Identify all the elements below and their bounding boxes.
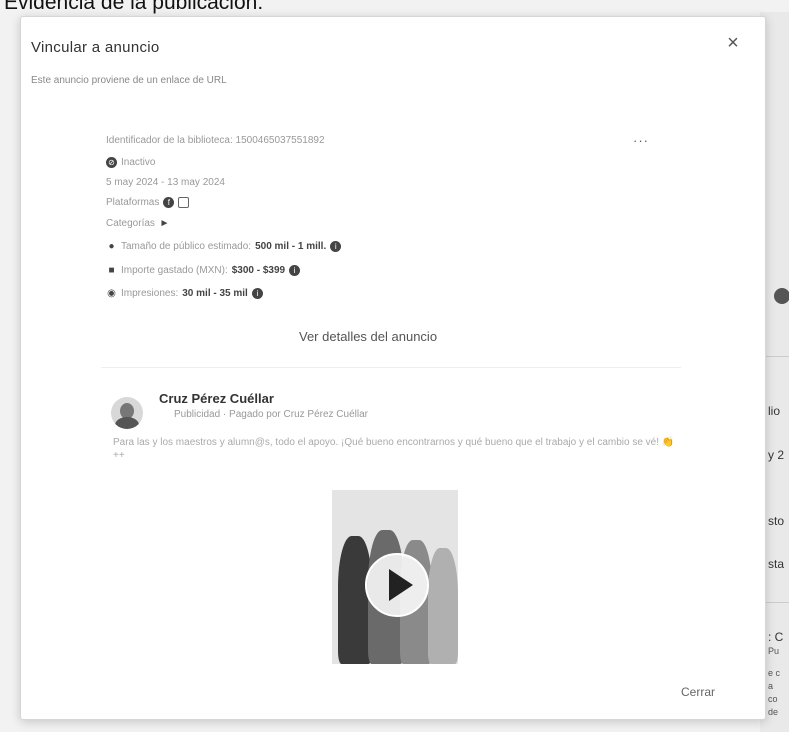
- dialog-subtitle: Este anuncio proviene de un enlace de UR…: [31, 75, 227, 86]
- background-text: co: [768, 694, 778, 704]
- money-icon: ■: [108, 265, 115, 276]
- eye-icon: ◉: [107, 288, 116, 299]
- spend-row: ■ Importe gastado (MXN): $300 - $399 i: [106, 265, 301, 276]
- dates-text: 5 may 2024 - 13 may 2024: [106, 177, 225, 188]
- ad-status: ⊘ Inactivo: [106, 157, 155, 168]
- impressions-label: Impresiones:: [121, 288, 179, 299]
- document-caption: Evidencia de la publicación:: [4, 0, 264, 14]
- audience-label: Tamaño de público estimado:: [121, 241, 252, 252]
- background-text: lio: [768, 404, 781, 418]
- background-text: e c: [768, 668, 781, 678]
- view-ad-details-button[interactable]: Ver detalles del anuncio: [299, 329, 437, 344]
- more-options-button[interactable]: ···: [633, 133, 649, 148]
- status-text: Inactivo: [121, 157, 156, 168]
- background-text: y 2: [768, 448, 785, 462]
- background-text: a: [768, 681, 774, 691]
- background-text: sta: [768, 557, 785, 571]
- post-author[interactable]: Cruz Pérez Cuéllar: [159, 391, 274, 406]
- background-text: : C: [768, 630, 784, 644]
- megaphone-icon: ►: [159, 218, 170, 229]
- inactive-icon: ⊘: [106, 157, 117, 168]
- section-divider: [101, 367, 681, 368]
- info-icon[interactable]: i: [330, 241, 342, 252]
- background-text: de: [768, 707, 779, 717]
- audience-value: 500 mil - 1 mill.: [255, 241, 327, 252]
- post-meta: Publicidad · Pagado por Cruz Pérez Cuéll…: [174, 409, 368, 420]
- video-thumbnail[interactable]: [332, 490, 458, 664]
- background-text: Pu: [768, 646, 780, 656]
- library-id-text: Identificador de la biblioteca: 15004650…: [106, 135, 325, 146]
- post-text: Para las y los maestros y alumn@s, todo …: [113, 437, 675, 461]
- facebook-icon: f: [163, 197, 175, 208]
- close-button[interactable]: Cerrar: [681, 685, 715, 699]
- play-icon[interactable]: [365, 553, 429, 617]
- instagram-icon: [178, 197, 190, 208]
- library-id: Identificador de la biblioteca: 15004650…: [106, 135, 325, 146]
- background-icon: [774, 288, 789, 304]
- people-icon: ●: [108, 241, 115, 252]
- audience-row: ● Tamaño de público estimado: 500 mil - …: [106, 241, 342, 252]
- info-icon[interactable]: i: [289, 265, 301, 276]
- impressions-row: ◉ Impresiones: 30 mil - 35 mil i: [106, 288, 263, 299]
- platforms-row: Plataformas f: [106, 197, 190, 208]
- platforms-label: Plataformas: [106, 197, 160, 208]
- close-icon[interactable]: ×: [721, 31, 745, 55]
- spend-label: Importe gastado (MXN):: [121, 265, 228, 276]
- info-icon[interactable]: i: [251, 288, 263, 299]
- impressions-value: 30 mil - 35 mil: [182, 288, 248, 299]
- categories-label: Categorías: [106, 218, 155, 229]
- avatar[interactable]: [111, 397, 143, 429]
- spend-value: $300 - $399: [231, 265, 286, 276]
- categories-row: Categorías ►: [106, 218, 170, 229]
- background-text: sto: [768, 514, 785, 528]
- dialog-title: Vincular a anuncio: [31, 39, 160, 56]
- link-to-ad-dialog: Vincular a anuncio × Este anuncio provie…: [20, 16, 766, 720]
- ad-dates: 5 may 2024 - 13 may 2024: [106, 177, 225, 188]
